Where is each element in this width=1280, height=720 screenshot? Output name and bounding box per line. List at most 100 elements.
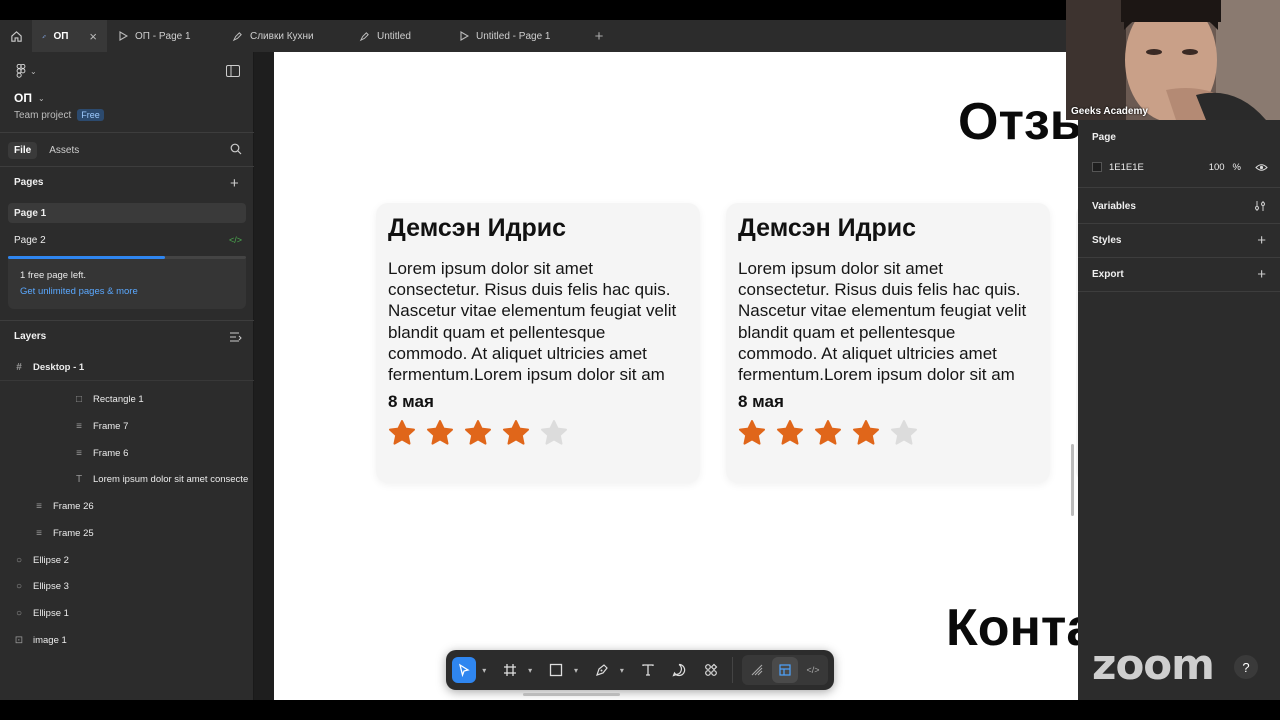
main-menu-button[interactable]: ⌄ <box>16 64 56 78</box>
chevron-down-icon[interactable]: ▾ <box>617 666 626 675</box>
move-tool-button[interactable] <box>452 657 477 683</box>
layer-label: Frame 26 <box>53 500 94 512</box>
review-date: 8 мая <box>738 392 784 412</box>
reviews-heading[interactable]: Отзы <box>958 92 1080 152</box>
layer-image-1[interactable]: ⊡ image 1 <box>14 627 254 653</box>
page-label: Page 2 <box>14 234 46 246</box>
chevron-down-icon[interactable]: ▾ <box>571 666 580 675</box>
layers-options-button[interactable] <box>230 332 244 342</box>
plus-icon: + <box>230 175 239 192</box>
help-button[interactable]: ? <box>1234 655 1258 679</box>
rectangle-icon: □ <box>75 393 83 405</box>
horizontal-scrollbar[interactable] <box>523 693 620 696</box>
webcam-feed-image <box>1066 0 1280 120</box>
left-sidebar: ⌄ ОП ⌄ Team project Free File Assets Pag… <box>0 52 254 700</box>
layer-ellipse-2[interactable]: ○ Ellipse 2 <box>14 547 254 573</box>
layer-label: Frame 7 <box>93 420 129 432</box>
bg-opacity[interactable]: 100 <box>1209 162 1225 173</box>
new-tab-button[interactable]: + <box>584 20 614 52</box>
pen-tool-button[interactable] <box>590 657 614 683</box>
assets-tab[interactable]: Assets <box>43 142 85 159</box>
shape-tool-button[interactable] <box>544 657 568 683</box>
variables-label: Variables <box>1092 200 1136 212</box>
export-row[interactable]: Export + <box>1078 257 1280 291</box>
image-icon: ⊡ <box>14 634 24 646</box>
tab-bar: ОП × ОП - Page 1 Сливки Кухни Untitled U… <box>0 20 1066 52</box>
frame-icon <box>504 664 517 676</box>
layer-ellipse-1[interactable]: ○ Ellipse 1 <box>14 600 254 626</box>
mode-switcher: </> <box>742 655 829 685</box>
chevron-down-icon[interactable]: ▾ <box>525 666 534 675</box>
play-icon <box>460 31 469 41</box>
layer-frame-26[interactable]: ≡ Frame 26 <box>34 493 254 519</box>
layer-ellipse-3[interactable]: ○ Ellipse 3 <box>14 573 254 599</box>
rectangle-icon <box>549 663 563 677</box>
layer-label: Desktop - 1 <box>33 361 85 373</box>
actions-button[interactable] <box>699 657 723 683</box>
layer-rectangle-1[interactable]: □ Rectangle 1 <box>74 386 254 412</box>
dev-mode-button[interactable]: </> <box>800 657 826 683</box>
code-icon: </> <box>228 235 242 245</box>
plus-icon[interactable]: + <box>1257 266 1266 283</box>
styles-row[interactable]: Styles + <box>1078 223 1280 257</box>
design-mode-button[interactable] <box>772 657 799 683</box>
chevron-down-icon[interactable]: ▾ <box>479 666 488 675</box>
star-filled-icon <box>503 420 529 445</box>
design-canvas[interactable]: Отзы Демсэн Идрис Lorem ipsum dolor sit … <box>274 52 1080 700</box>
upsell-link[interactable]: Get unlimited pages & more <box>20 286 234 297</box>
design-file-icon <box>359 31 369 41</box>
tab-untitled-page-1[interactable]: Untitled - Page 1 <box>449 20 584 52</box>
tab-label: Untitled <box>377 30 411 42</box>
project-name-button[interactable]: ОП ⌄ <box>14 91 114 105</box>
layer-frame-7[interactable]: ≡ Frame 7 <box>74 413 254 439</box>
review-card[interactable]: Демсэн Идрис Lorem ipsum dolor sit amet … <box>376 203 700 483</box>
draw-mode-button[interactable] <box>744 657 770 683</box>
review-card[interactable]: Демсэн Идрис Lorem ipsum dolor sit amet … <box>726 203 1050 483</box>
layer-lorem-text[interactable]: T Lorem ipsum dolor sit amet consecte <box>74 466 254 492</box>
tab-op-page-1[interactable]: ОП - Page 1 <box>108 20 222 52</box>
plus-icon[interactable]: + <box>1257 232 1266 249</box>
page-item-2[interactable]: Page 2 </> <box>8 230 246 250</box>
tab-op[interactable]: ОП × <box>32 20 108 52</box>
text-tool-button[interactable] <box>636 657 660 683</box>
eye-icon[interactable] <box>1255 163 1268 172</box>
layer-label: Frame 25 <box>53 527 94 539</box>
variables-row[interactable]: Variables <box>1078 189 1280 223</box>
rating-stars <box>738 419 1038 447</box>
bg-color-hex[interactable]: 1E1E1E <box>1109 162 1144 173</box>
toggle-ui-button[interactable] <box>226 65 242 77</box>
layer-label: Lorem ipsum dolor sit amet consecte <box>93 473 249 485</box>
layer-desktop-1[interactable]: # Desktop - 1 <box>14 354 254 380</box>
layer-frame-6[interactable]: ≡ Frame 6 <box>74 440 254 466</box>
file-tab[interactable]: File <box>8 142 38 159</box>
close-icon[interactable]: × <box>89 29 97 44</box>
tab-untitled[interactable]: Untitled <box>349 20 449 52</box>
export-label: Export <box>1092 268 1124 280</box>
plan-badge[interactable]: Free <box>77 109 104 121</box>
contacts-heading[interactable]: Конта <box>946 598 1080 658</box>
page-item-1[interactable]: Page 1 <box>8 203 246 223</box>
tab-label: Untitled - Page 1 <box>476 30 551 42</box>
star-filled-icon <box>777 420 803 445</box>
add-page-button[interactable]: + <box>230 175 244 192</box>
tab-slivki-kuhni[interactable]: Сливки Кухни <box>222 20 349 52</box>
page-background-row[interactable]: 1E1E1E 100 % <box>1092 157 1268 177</box>
design-file-icon <box>232 31 242 41</box>
review-text: Lorem ipsum dolor sit amet consectetur. … <box>388 259 677 385</box>
ellipse-icon: ○ <box>15 554 23 566</box>
auto-layout-icon: ≡ <box>36 527 42 539</box>
sliders-icon[interactable] <box>1254 200 1266 212</box>
plus-icon: + <box>594 27 604 45</box>
color-swatch[interactable] <box>1092 162 1102 172</box>
star-filled-icon <box>815 420 841 445</box>
home-button[interactable] <box>0 20 32 52</box>
frame-tool-button[interactable] <box>498 657 522 683</box>
star-filled-icon <box>853 420 879 445</box>
design-mode-icon <box>779 664 791 676</box>
layer-frame-25[interactable]: ≡ Frame 25 <box>34 520 254 546</box>
comment-tool-button[interactable] <box>667 657 691 683</box>
search-button[interactable] <box>230 143 244 155</box>
components-icon <box>704 663 718 676</box>
vertical-scrollbar[interactable] <box>1071 444 1074 516</box>
star-filled-icon <box>465 420 491 445</box>
